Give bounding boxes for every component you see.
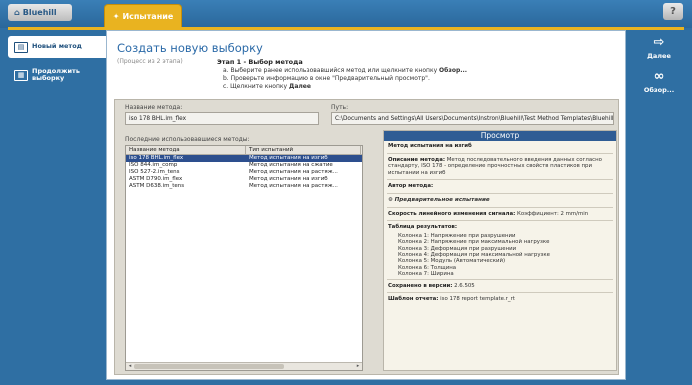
scroll-thumb[interactable] [134,364,284,369]
tab-test-label: Испытание [122,12,174,21]
list-item[interactable]: ASTM D790.im_flex Метод испытания на изг… [126,176,362,183]
list-item[interactable]: ISO 844.im_comp Метод испытания на сжати… [126,162,362,169]
browse-label: Обзор... [643,86,675,94]
sidebar: ▤ Новый метод ▦ Продолжить выборку [8,30,106,378]
divider [387,206,613,208]
column-header-name[interactable]: Название метода [126,146,246,154]
home-tab-label: Bluehill [22,8,57,17]
next-button[interactable]: ⇨ Далее [628,35,690,61]
main-panel: Создать новую выборку (Процесс из 2 этап… [106,30,626,380]
list-item[interactable]: iso 178 BHL.im_flex Метод испытания на и… [126,155,362,162]
step-title: Этап 1 - Выбор метода [217,58,303,66]
test-icon: ✦ [112,12,120,21]
scroll-right-icon[interactable]: ▸ [354,363,362,370]
sidebar-item-new-method[interactable]: ▤ Новый метод [8,36,106,58]
continue-icon: ▦ [14,69,28,81]
results-column-7: Колонка 7: Ширина [398,271,454,278]
preview-report: Шаблон отчета: iso 178 report template.r… [388,296,515,303]
new-method-icon: ▤ [14,41,28,53]
browse-button[interactable]: ∞ Обзор... [628,69,690,95]
process-note: (Процесс из 2 этапа) [117,58,183,65]
list-header: Название метода Тип испытаний [126,146,362,155]
binoculars-icon: ∞ [653,69,665,84]
divider [387,220,613,222]
content-panel: Название метода: iso 178 BHL.im_flex Пут… [114,99,619,375]
help-button[interactable]: ? [663,3,683,20]
path-label: Путь: [331,104,349,111]
divider [387,179,613,181]
column-header-type[interactable]: Тип испытаний [246,146,361,154]
instruction-b: b. Проверьте информацию в окне "Предвари… [223,75,430,82]
recent-methods-list: Название метода Тип испытаний iso 178 BH… [125,145,363,371]
list-item[interactable]: ASTM D638.im_tens Метод испытания на рас… [126,183,362,190]
preview-author: Автор метода: [388,183,434,190]
sidebar-item-continue[interactable]: ▦ Продолжить выборку [8,64,104,86]
divider [387,192,613,194]
divider [387,152,613,154]
divider [387,292,613,294]
preview-method-type: Метод испытания на изгиб [388,143,472,149]
preview-speed: Скорость линейного изменения сигнала: Ко… [388,210,589,217]
instruction-a: a. Выберите ранее использовавшийся метод… [223,67,468,74]
scroll-left-icon[interactable]: ◂ [126,363,134,370]
tab-test[interactable]: ✦ Испытание [104,4,182,28]
right-nav: ⇨ Далее ∞ Обзор... [628,30,690,170]
path-field[interactable]: C:\Documents and Settings\All Users\Docu… [331,112,614,125]
preview-results-label: Таблица результатов: [388,224,457,231]
home-tab[interactable]: ⌂ Bluehill [8,4,72,21]
page-title: Создать новую выборку [117,41,263,55]
instruction-c: c. Щелкните кнопку Далее [223,83,311,90]
pretest-icon: ⚙ [388,196,393,203]
list-item[interactable]: ISO 527-2.im_tens Метод испытания на рас… [126,169,362,176]
preview-description: Описание метода: Метод последовательного… [388,156,602,176]
method-name-field[interactable]: iso 178 BHL.im_flex [125,112,319,125]
sidebar-item-label: Продолжить выборку [32,66,80,82]
arrow-right-icon: ⇨ [653,35,665,50]
step-instructions: a. Выберите ранее использовавшийся метод… [223,67,467,91]
preview-title: Просмотр [384,131,616,141]
method-name-label: Название метода: [125,104,183,111]
preview-pretest: ⚙ Предварительное испытание [388,196,490,203]
next-label: Далее [647,52,671,60]
divider [387,278,613,280]
preview-version: Сохранено в версии: 2.6.505 [388,282,475,289]
home-icon: ⌂ [14,8,20,17]
horizontal-scrollbar[interactable]: ◂ ▸ [126,362,362,370]
preview-panel: Просмотр Метод испытания на изгиб Описан… [383,130,617,371]
sidebar-item-label: Новый метод [32,42,82,51]
recent-methods-label: Последние использовавшиеся методы: [125,136,250,143]
